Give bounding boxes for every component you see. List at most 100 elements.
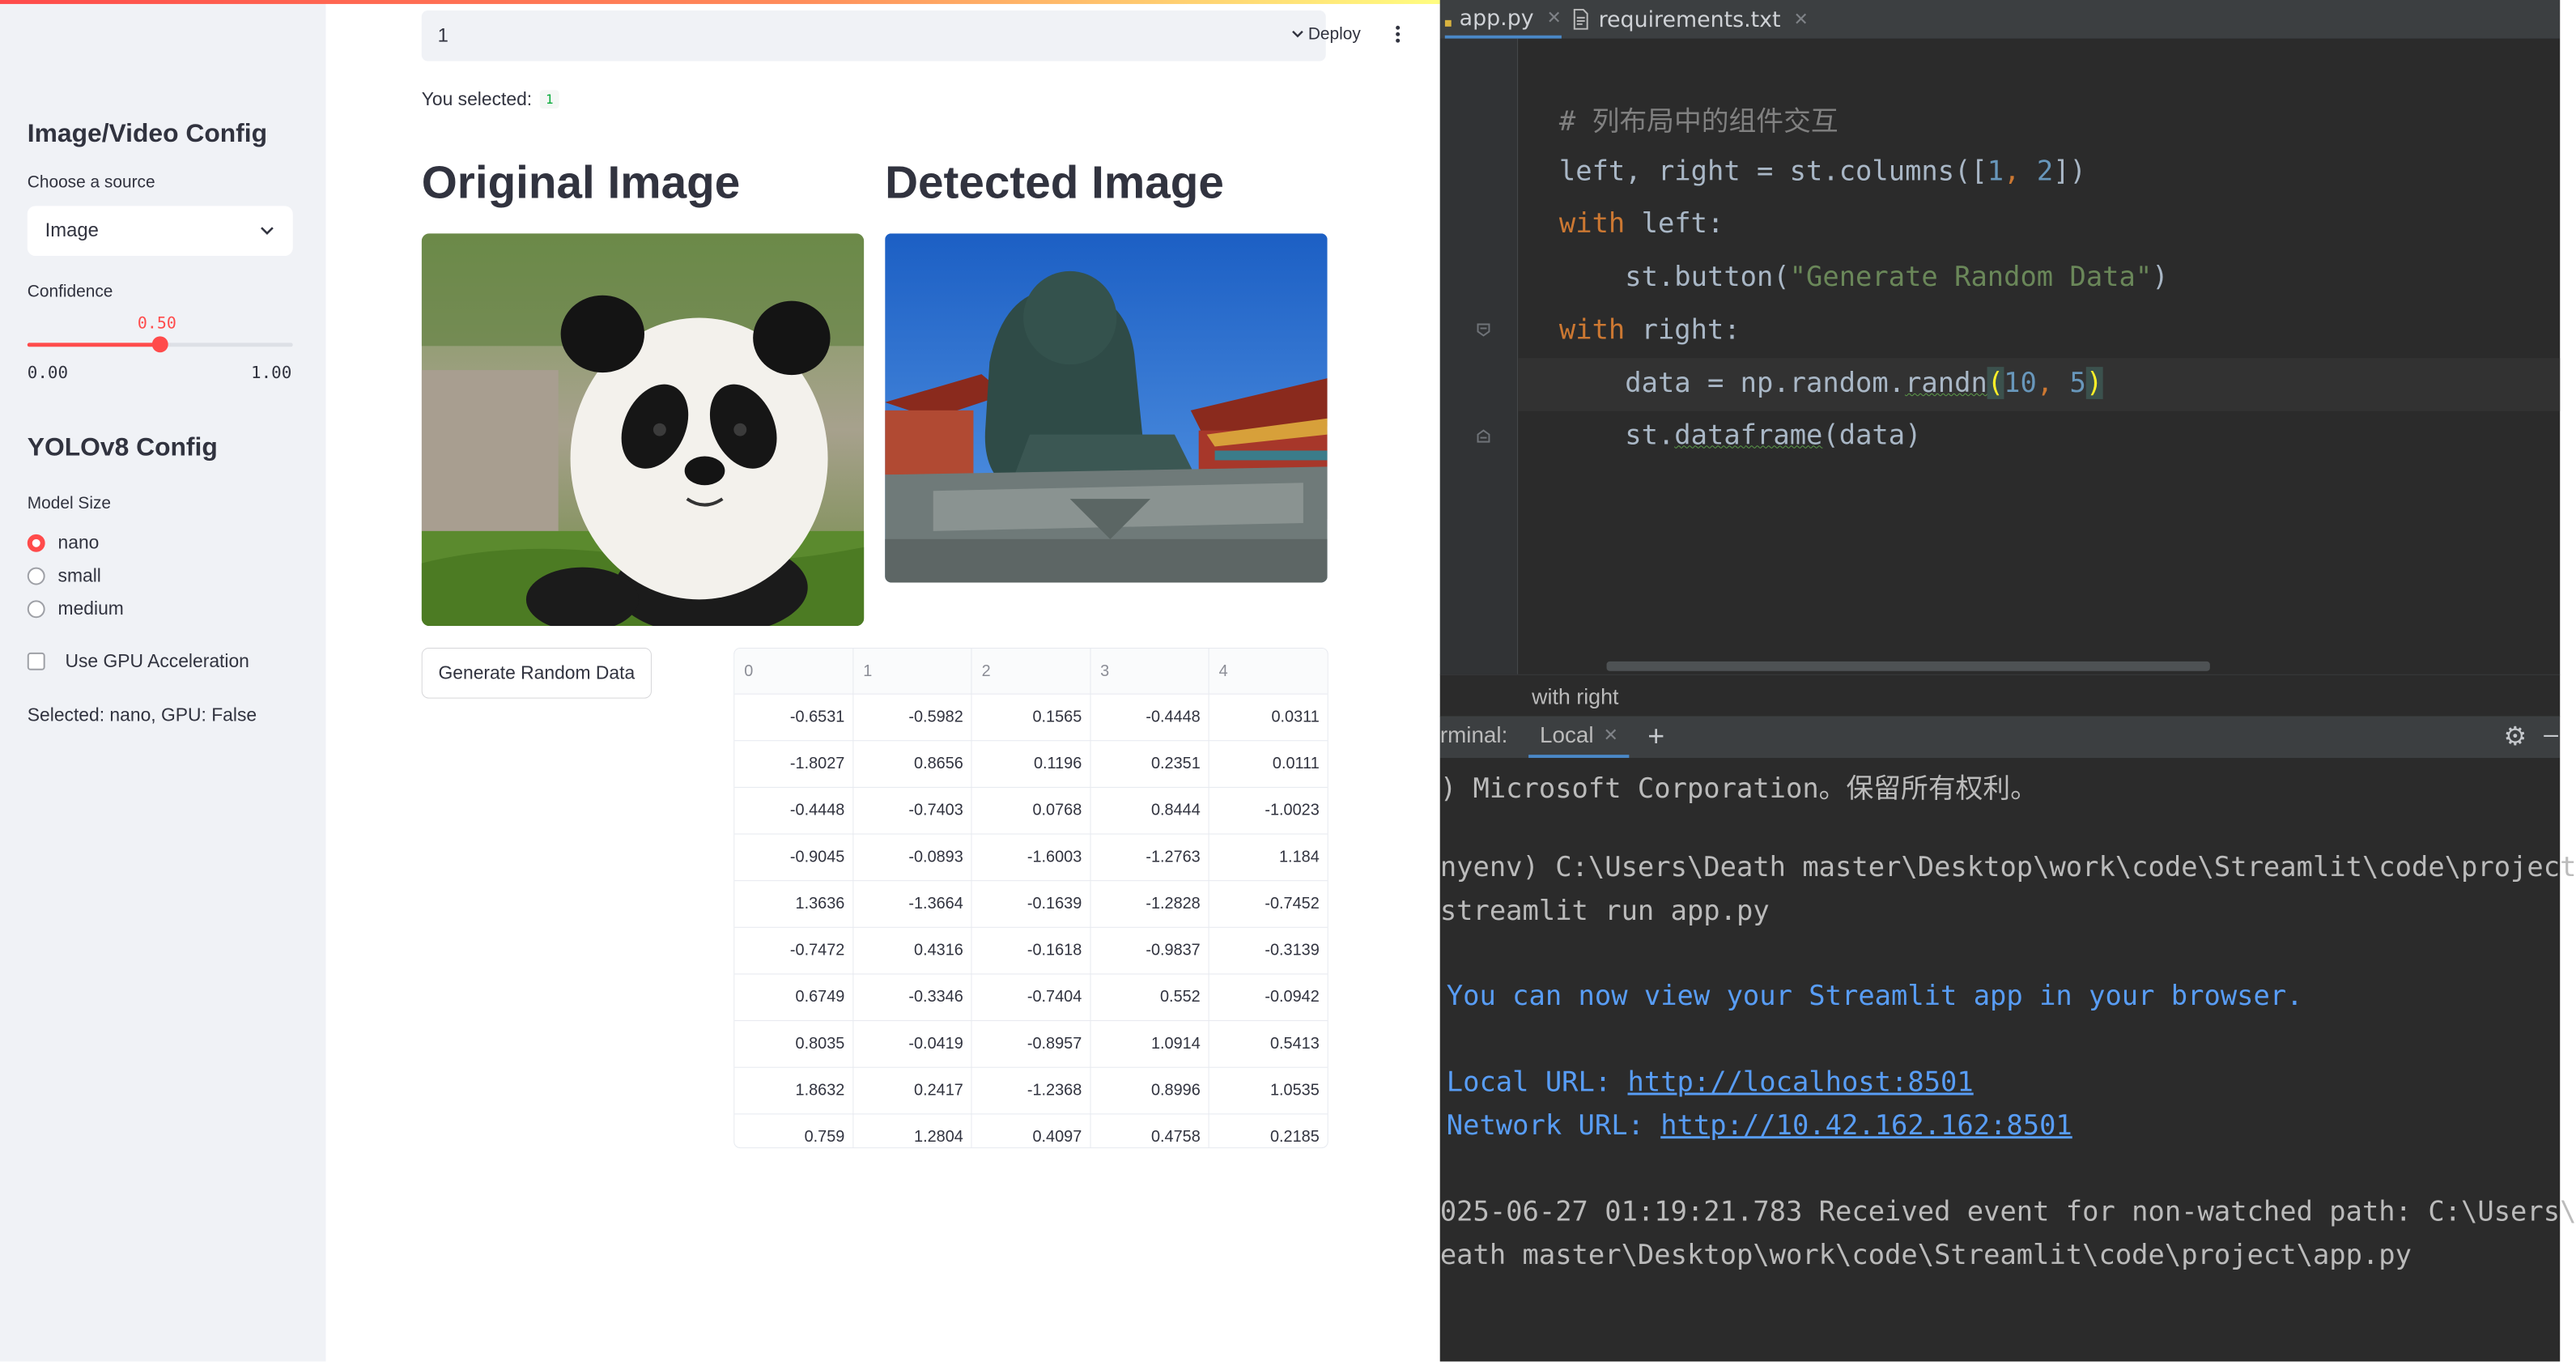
table-cell[interactable]: -0.7452 — [1209, 880, 1328, 928]
table-cell[interactable]: -0.3346 — [852, 973, 972, 1022]
table-cell[interactable]: -1.6003 — [971, 834, 1091, 882]
table-cell[interactable]: 1.3636 — [734, 880, 854, 928]
chevron-down-icon — [261, 227, 274, 236]
table-cell[interactable]: -0.1639 — [971, 880, 1091, 928]
table-cell[interactable]: -0.0419 — [852, 1020, 972, 1068]
code-line: data = np.random. randn(10, 5) — [1558, 367, 2103, 399]
slider-thumb[interactable] — [151, 336, 168, 353]
table-cell[interactable]: 0.8996 — [1090, 1067, 1209, 1115]
confidence-slider[interactable] — [27, 336, 293, 353]
table-cell[interactable]: 1.2804 — [852, 1113, 972, 1148]
table-cell[interactable]: 0.8035 — [734, 1020, 854, 1068]
table-cell[interactable]: 1.184 — [1209, 834, 1328, 882]
table-cell[interactable]: -1.8027 — [734, 740, 854, 788]
tab-requirements[interactable]: requirements.txt ✕ — [1573, 0, 1809, 39]
radio-small[interactable]: small — [27, 564, 101, 587]
table-cell[interactable]: -0.7403 — [852, 787, 972, 835]
horizontal-scrollbar[interactable] — [1606, 661, 2210, 671]
code-line: left, right = st.columns([1, 2]) — [1558, 155, 2086, 188]
table-cell[interactable]: 0.8656 — [852, 740, 972, 788]
table-cell[interactable]: -0.9045 — [734, 834, 854, 882]
terminal-line: eath master\Desktop\work\code\Streamlit\… — [1439, 1239, 2412, 1272]
table-cell[interactable]: 0.0111 — [1209, 740, 1328, 788]
column-header[interactable]: 0 — [734, 648, 854, 695]
tab-label: requirements.txt — [1598, 6, 1781, 32]
close-icon[interactable]: ✕ — [1793, 9, 1808, 29]
table-cell[interactable]: -1.2828 — [1090, 880, 1209, 928]
table-cell[interactable]: -1.0023 — [1209, 787, 1328, 835]
table-cell[interactable]: 0.2351 — [1090, 740, 1209, 788]
gpu-checkbox-row[interactable]: Use GPU Acceleration — [27, 650, 249, 672]
text-file-icon — [1573, 8, 1588, 30]
table-cell[interactable]: 1.0535 — [1209, 1067, 1328, 1115]
table-cell[interactable]: 1.8632 — [734, 1067, 854, 1115]
table-cell[interactable]: -1.2368 — [971, 1067, 1091, 1115]
table-cell[interactable]: -0.0893 — [852, 834, 972, 882]
gpu-checkbox[interactable] — [27, 652, 45, 670]
radio-label: small — [57, 564, 101, 586]
local-url-link[interactable]: http://localhost:8501 — [1628, 1066, 1974, 1099]
confidence-label: Confidence — [27, 282, 113, 301]
table-cell[interactable]: 0.759 — [734, 1113, 854, 1148]
network-url-link[interactable]: http://10.42.162.162:8501 — [1660, 1109, 2072, 1142]
table-cell[interactable]: -0.5982 — [852, 694, 972, 742]
table-cell[interactable]: 0.6749 — [734, 973, 854, 1022]
main-menu-icon[interactable] — [1396, 25, 1401, 45]
table-cell[interactable]: 0.0311 — [1209, 694, 1328, 742]
code-editor[interactable]: # 列布局中的组件交互 left, right = st.columns([1,… — [1518, 38, 2561, 674]
generate-random-data-button[interactable]: Generate Random Data — [421, 647, 652, 699]
table-cell[interactable]: -0.7472 — [734, 927, 854, 975]
table-cell[interactable]: 0.8444 — [1090, 787, 1209, 835]
close-icon[interactable]: ✕ — [1603, 725, 1617, 746]
table-cell[interactable]: 0.552 — [1090, 973, 1209, 1022]
radio-button[interactable] — [27, 567, 45, 585]
column-header[interactable]: 3 — [1090, 648, 1209, 695]
table-cell[interactable]: -1.2763 — [1090, 834, 1209, 882]
terminal-line: nyenv) C:\Users\Death master\Desktop\wor… — [1439, 851, 2576, 884]
table-cell[interactable]: 0.5413 — [1209, 1020, 1328, 1068]
code-line: with left: — [1558, 207, 1724, 240]
breadcrumb-item[interactable]: with right — [1532, 685, 1618, 710]
table-cell[interactable]: 0.1565 — [971, 694, 1091, 742]
table-cell[interactable]: -0.4448 — [734, 787, 854, 835]
radio-button[interactable] — [27, 534, 45, 552]
add-terminal-icon[interactable]: + — [1647, 719, 1664, 753]
image-config-title: Image/Video Config — [27, 118, 268, 147]
column-header[interactable]: 4 — [1209, 648, 1328, 695]
table-cell[interactable]: 0.0768 — [971, 787, 1091, 835]
terminal-tab-local[interactable]: Local ✕ — [1528, 716, 1630, 759]
table-cell[interactable]: -0.4448 — [1090, 694, 1209, 742]
column-header[interactable]: 1 — [852, 648, 972, 695]
table-cell[interactable]: 0.4758 — [1090, 1113, 1209, 1148]
table-cell[interactable]: -0.8957 — [971, 1020, 1091, 1068]
top-input[interactable]: 1 — [421, 10, 1326, 62]
table-cell[interactable]: 0.4316 — [852, 927, 972, 975]
radio-label: nano — [57, 531, 100, 553]
deploy-button[interactable]: Deploy — [1290, 25, 1361, 45]
minimize-icon[interactable]: – — [2544, 719, 2558, 749]
yolo-config-title: YOLOv8 Config — [27, 432, 218, 462]
table-cell[interactable]: 0.2417 — [852, 1067, 972, 1115]
table-cell[interactable]: -0.1618 — [971, 927, 1091, 975]
table-cell[interactable]: 0.2185 — [1209, 1113, 1328, 1148]
radio-medium[interactable]: medium — [27, 598, 124, 619]
code-line: st. dataframe (data) — [1558, 419, 1922, 452]
table-cell[interactable]: -0.7404 — [971, 973, 1091, 1022]
gear-icon[interactable]: ⚙ — [2504, 721, 2527, 751]
radio-button[interactable] — [27, 599, 45, 618]
source-select[interactable]: Image — [27, 206, 293, 257]
column-header[interactable]: 2 — [971, 648, 1091, 695]
table-cell[interactable]: 0.1196 — [971, 740, 1091, 788]
table-cell[interactable]: -0.9837 — [1090, 927, 1209, 975]
table-cell[interactable]: -0.0942 — [1209, 973, 1328, 1022]
close-icon[interactable]: ✕ — [1547, 7, 1562, 28]
dataframe[interactable]: 0 1 2 3 4 -0.6531 -0.5982 0.1565 -0.4448 0.0… — [733, 647, 1328, 1149]
radio-nano[interactable]: nano — [27, 531, 100, 554]
table-cell[interactable]: -0.6531 — [734, 694, 854, 742]
table-cell[interactable]: 1.0914 — [1090, 1020, 1209, 1068]
table-cell[interactable]: 0.4097 — [971, 1113, 1091, 1148]
table-cell[interactable]: -1.3664 — [852, 880, 972, 928]
tab-app-py[interactable]: app.py ✕ — [1444, 0, 1562, 39]
table-cell[interactable]: -0.3139 — [1209, 927, 1328, 975]
terminal-output[interactable]: ) Microsoft Corporation。保留所有权利。 nyenv) C… — [1439, 758, 2576, 1362]
